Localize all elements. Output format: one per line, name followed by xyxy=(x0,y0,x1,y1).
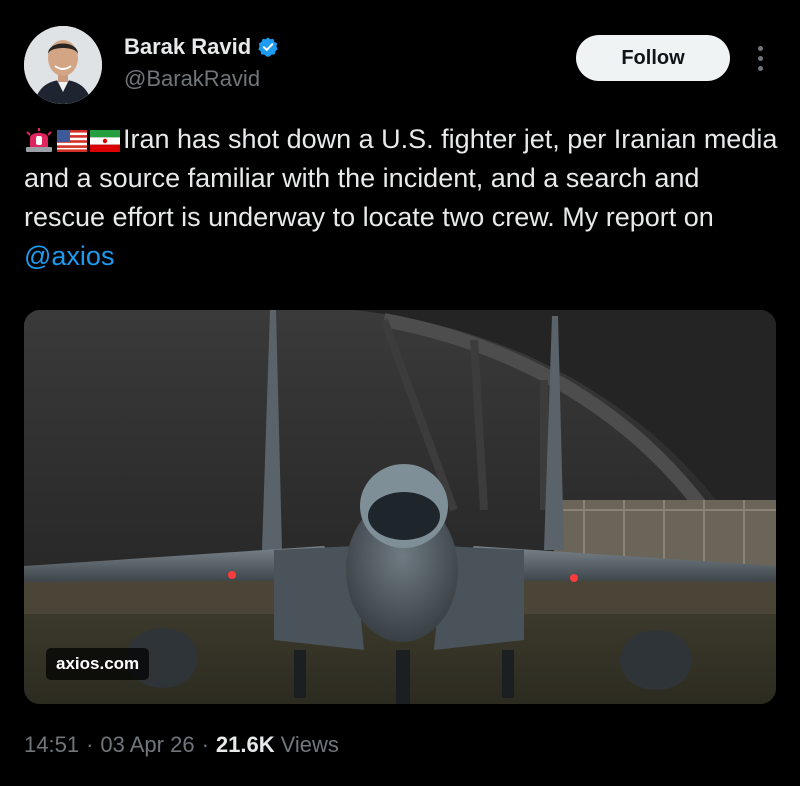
author-handle[interactable]: @BarakRavid xyxy=(124,66,260,92)
author-name-row[interactable]: Barak Ravid xyxy=(124,34,279,60)
media-source-badge[interactable]: axios.com xyxy=(46,648,150,680)
tweet-media-image[interactable] xyxy=(24,310,776,704)
avatar-image xyxy=(24,26,102,104)
views-label: Views xyxy=(280,732,339,757)
meta-separator: · xyxy=(201,732,209,757)
follow-button[interactable]: Follow xyxy=(576,35,730,81)
rotating-light-icon xyxy=(24,124,54,152)
iran-flag-icon xyxy=(90,124,120,152)
tweet-text: Iran has shot down a U.S. fighter jet, p… xyxy=(24,120,784,276)
us-flag-icon xyxy=(57,124,87,152)
avatar[interactable] xyxy=(24,26,102,104)
tweet-time[interactable]: 14:51 xyxy=(24,732,79,758)
mention-link[interactable]: @axios xyxy=(24,241,114,271)
tweet-meta: 14:51 · 03 Apr 26 · 21.6K Views xyxy=(24,732,339,758)
more-vertical-icon[interactable] xyxy=(748,40,772,76)
views-count: 21.6K xyxy=(215,732,275,757)
meta-separator: · xyxy=(86,732,94,757)
author-name[interactable]: Barak Ravid xyxy=(124,34,251,60)
tweet-body: Iran has shot down a U.S. fighter jet, p… xyxy=(24,124,778,232)
tweet-date[interactable]: 03 Apr 26 xyxy=(100,732,194,758)
verified-badge-icon xyxy=(257,36,279,58)
